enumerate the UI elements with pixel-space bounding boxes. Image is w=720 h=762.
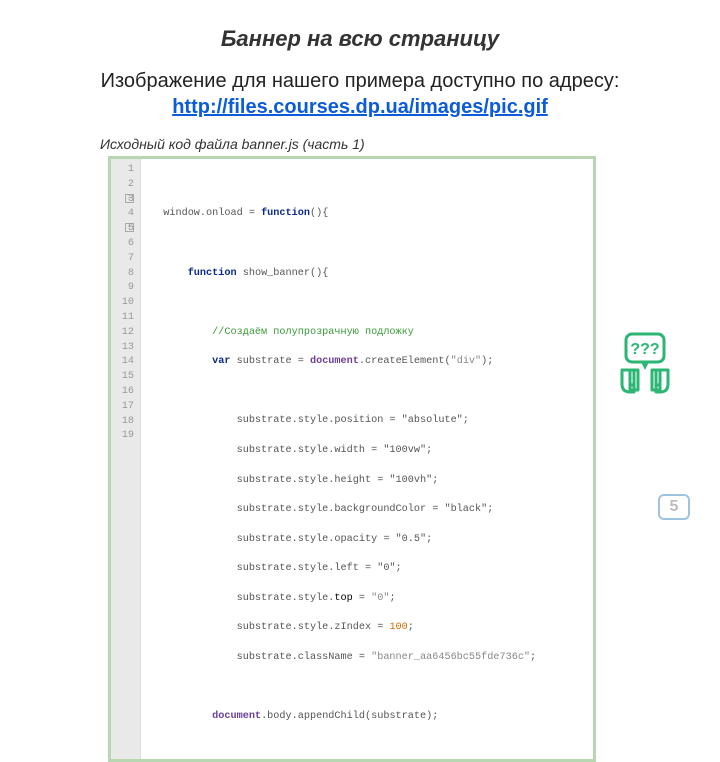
line-number: 15 — [117, 370, 134, 385]
line-number: 17 — [117, 400, 134, 415]
code-caption: Исходный код файла banner.js (часть 1) — [100, 136, 400, 152]
line-number: 9 — [117, 281, 134, 296]
line-number: 12 — [117, 326, 134, 341]
line-number: 2- — [117, 178, 134, 193]
subtitle: Изображение для нашего примера доступно … — [40, 68, 680, 120]
line-number: 14 — [117, 355, 134, 370]
line-number: 8 — [117, 267, 134, 282]
slide-title: Баннер на всю страницу — [40, 26, 680, 52]
code-lines: window.onload = function(){ function sho… — [141, 159, 546, 759]
line-number-gutter: 1 2- 3 4- 5 6 7 8 9 10 11 12 13 14 15 16… — [111, 159, 141, 759]
line-number: 16 — [117, 385, 134, 400]
line-number: 1 — [117, 163, 134, 178]
line-number: 6 — [117, 237, 134, 252]
subtitle-lead: Изображение для нашего примера доступно … — [101, 70, 620, 92]
question-hands-icon: ??? — [610, 330, 680, 400]
example-url-link[interactable]: http://files.courses.dp.ua/images/pic.gi… — [172, 96, 548, 118]
code-block: 1 2- 3 4- 5 6 7 8 9 10 11 12 13 14 15 16… — [108, 156, 596, 762]
line-number: 4- — [117, 207, 134, 222]
line-number: 11 — [117, 311, 134, 326]
line-number: 13 — [117, 341, 134, 356]
line-number: 19 — [117, 429, 134, 444]
svg-text:???: ??? — [630, 341, 659, 358]
page-number-badge: 5 — [658, 494, 690, 520]
line-number: 18 — [117, 415, 134, 430]
line-number: 7 — [117, 252, 134, 267]
line-number: 10 — [117, 296, 134, 311]
